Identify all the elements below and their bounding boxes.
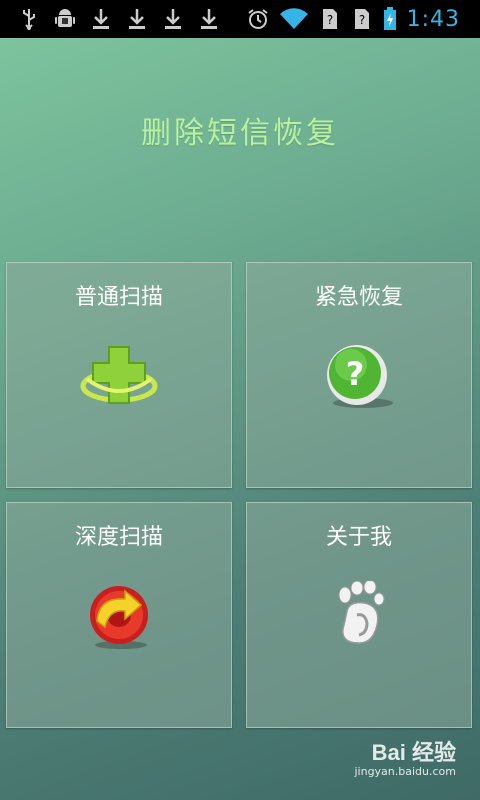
android-debug-icon <box>54 7 76 31</box>
sim-unknown-icon: ? <box>351 7 373 31</box>
watermark-url: jingyan.baidu.com <box>354 765 456 778</box>
sim-unknown-icon: ? <box>319 7 341 31</box>
green-question-icon: ? <box>319 341 399 411</box>
download-icon <box>90 7 112 31</box>
status-time: 1:43 <box>406 6 460 32</box>
app-title: 删除短信恢复 <box>141 116 339 151</box>
normal-scan-label: 普通扫描 <box>74 285 163 310</box>
about-me-button[interactable]: 关于我 <box>246 502 472 728</box>
system-icons: ? ? 1:43 <box>247 7 480 32</box>
green-plus-icon <box>79 341 159 411</box>
watermark-brand: Bai 经验 <box>371 740 456 765</box>
download-icon <box>126 7 148 31</box>
watermark: Bai 经验 jingyan.baidu.com <box>354 735 456 778</box>
download-icon <box>162 7 184 31</box>
wifi-icon <box>279 7 309 31</box>
svg-text:?: ? <box>326 13 332 27</box>
emergency-restore-button[interactable]: 紧急恢复 ? <box>246 262 472 488</box>
battery-charging-icon <box>383 7 397 31</box>
download-icon <box>198 7 220 31</box>
status-bar: ? ? 1:43 <box>0 0 480 38</box>
deep-scan-button[interactable]: 深度扫描 <box>6 502 232 728</box>
deep-scan-label: 深度扫描 <box>74 525 163 550</box>
svg-text:?: ? <box>346 355 365 393</box>
svg-text:?: ? <box>358 13 364 27</box>
red-refresh-icon <box>79 581 159 651</box>
about-me-label: 关于我 <box>325 525 392 550</box>
usb-icon <box>18 7 40 31</box>
normal-scan-button[interactable]: 普通扫描 <box>6 262 232 488</box>
notification-icons <box>0 7 220 31</box>
app-screen: ? ? 1:43 删除短信恢复 普通扫描 紧急恢复 ? 深度扫描 关于我 Bai… <box>0 0 480 800</box>
gnome-foot-icon <box>319 579 399 651</box>
alarm-icon <box>247 7 269 31</box>
emergency-restore-label: 紧急恢复 <box>314 285 403 310</box>
